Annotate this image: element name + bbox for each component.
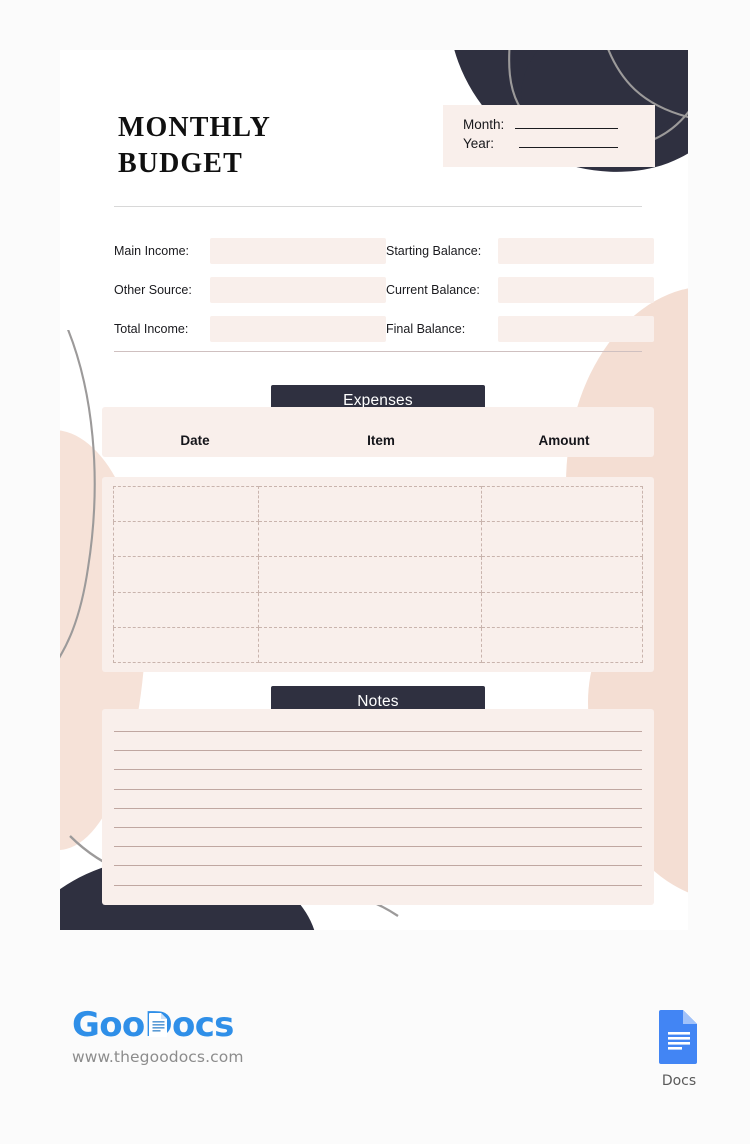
cell-item[interactable] (258, 556, 482, 593)
year-label: Year: (463, 136, 495, 151)
note-line[interactable] (114, 750, 642, 752)
note-line[interactable] (114, 788, 642, 790)
main-income-input[interactable] (210, 238, 386, 264)
cell-date[interactable] (112, 521, 260, 558)
note-line[interactable] (114, 807, 642, 809)
income-row: Other Source: Current Balance: (114, 277, 654, 303)
table-row (112, 556, 644, 593)
expenses-table (102, 477, 654, 672)
table-row (112, 485, 644, 523)
cell-item[interactable] (258, 521, 482, 558)
cell-amount[interactable] (480, 521, 644, 558)
column-header-item: Item (367, 433, 395, 448)
google-docs-label: Docs (661, 1073, 697, 1089)
goodocs-wordmark-goo: Goo (72, 1005, 145, 1045)
month-input-blank[interactable] (515, 117, 618, 129)
footer-website-url[interactable]: www.thegoodocs.com (72, 1048, 372, 1066)
final-balance-label: Final Balance: (386, 322, 466, 336)
total-income-input[interactable] (210, 316, 386, 342)
cell-date[interactable] (112, 556, 260, 593)
month-label: Month: (463, 117, 505, 132)
cell-date[interactable] (112, 485, 260, 523)
month-row: Month: (463, 117, 655, 132)
google-docs-icon (659, 1010, 697, 1064)
table-row (112, 626, 644, 664)
total-income-field: Total Income: (114, 316, 386, 342)
note-line[interactable] (114, 865, 642, 867)
note-line[interactable] (114, 731, 642, 732)
google-docs-badge[interactable]: Docs (644, 1008, 714, 1089)
starting-balance-label: Starting Balance: (386, 244, 482, 258)
screenshot-canvas: MONTHLY BUDGET Month: Year: Main Income: (0, 0, 750, 1144)
cell-amount[interactable] (480, 556, 644, 593)
expenses-table-header: Date Item Amount (102, 407, 654, 457)
note-line[interactable] (114, 846, 642, 848)
total-income-label: Total Income: (114, 322, 189, 336)
divider-top (114, 206, 642, 207)
note-line[interactable] (114, 826, 642, 828)
cell-date[interactable] (112, 591, 260, 628)
page-title: MONTHLY BUDGET (118, 110, 271, 182)
cell-amount[interactable] (480, 485, 644, 523)
page-title-line-1: MONTHLY (118, 112, 271, 143)
cell-item[interactable] (258, 626, 482, 664)
main-income-field: Main Income: (114, 238, 386, 264)
column-header-amount: Amount (538, 433, 590, 448)
other-source-field: Other Source: (114, 277, 386, 303)
current-balance-input[interactable] (498, 277, 654, 303)
cell-item[interactable] (258, 485, 482, 523)
current-balance-field: Current Balance: (386, 277, 654, 303)
cell-date[interactable] (112, 626, 260, 664)
goodocs-logo[interactable]: GooDocs www.thegoodocs.com (72, 1005, 372, 1066)
note-line[interactable] (114, 884, 642, 886)
starting-balance-field: Starting Balance: (386, 238, 654, 264)
note-line[interactable] (114, 769, 642, 771)
income-row: Total Income: Final Balance: (114, 316, 654, 342)
notes-area[interactable] (102, 709, 654, 905)
starting-balance-input[interactable] (498, 238, 654, 264)
document-icon (149, 1013, 167, 1037)
current-balance-label: Current Balance: (386, 283, 480, 297)
cell-amount[interactable] (480, 591, 644, 628)
month-year-card: Month: Year: (443, 105, 655, 167)
final-balance-input[interactable] (498, 316, 654, 342)
other-source-input[interactable] (210, 277, 386, 303)
column-header-date: Date (180, 433, 210, 448)
income-row: Main Income: Starting Balance: (114, 238, 654, 264)
cell-item[interactable] (258, 591, 482, 628)
income-balance-section: Main Income: Starting Balance: Other Sou… (114, 238, 654, 355)
page-title-line-2: BUDGET (118, 147, 243, 179)
cell-amount[interactable] (480, 626, 644, 664)
main-income-label: Main Income: (114, 244, 190, 258)
table-row (112, 521, 644, 558)
final-balance-field: Final Balance: (386, 316, 654, 342)
divider-bottom (114, 351, 642, 352)
year-row: Year: (463, 136, 655, 151)
year-input-blank[interactable] (519, 136, 618, 148)
other-source-label: Other Source: (114, 283, 192, 297)
table-row (112, 591, 644, 628)
budget-page: MONTHLY BUDGET Month: Year: Main Income: (60, 50, 688, 930)
